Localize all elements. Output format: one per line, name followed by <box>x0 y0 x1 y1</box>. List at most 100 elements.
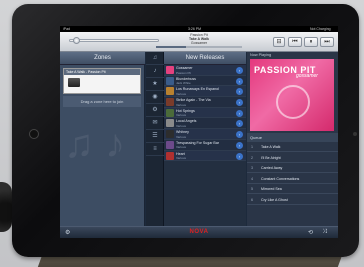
release-row[interactable]: Los Runaways En Espanol Various › <box>164 86 246 98</box>
album-script: gossamer <box>296 73 318 79</box>
zones-panel: Zones Take A Walk - Passion Pit Drag a z… <box>60 52 145 226</box>
browse-tab-icon[interactable]: ♪ <box>146 65 164 78</box>
now-playing-panel: Now Playing PASSION PIT gossamer Queue 1… <box>247 52 338 226</box>
queue-track-title: Mirrored Sea <box>261 187 282 191</box>
browse-tabs: ♫ ♪ ★ ◉ ⚙ ✉ ☰ ≡ <box>146 52 164 226</box>
speaker <box>0 182 12 232</box>
play-arrow-icon[interactable]: › <box>236 120 243 128</box>
queue-track-title: I'll Be Alright <box>261 155 281 160</box>
release-title: Gossamer <box>176 66 193 70</box>
zone-card[interactable]: Take A Walk - Passion Pit <box>63 68 141 94</box>
next-button[interactable]: ⏭ <box>320 37 334 47</box>
queue-row[interactable]: 4 Constant Conversations <box>247 175 338 184</box>
main-panes: Zones Take A Walk - Passion Pit Drag a z… <box>60 52 338 226</box>
release-row[interactable]: Whitney Various › <box>164 129 246 140</box>
browse-tab-icon[interactable]: ≡ <box>146 143 164 156</box>
photo-scene: iPad 3:26 PM Not Charging Passion Pit Ta… <box>0 0 364 267</box>
bottom-bar: ⚙ NOVA ⟲ ⤨ <box>60 226 338 238</box>
camera <box>353 132 357 136</box>
track-progress-fill <box>156 46 187 48</box>
pause-button[interactable]: ⏸ <box>304 37 318 47</box>
play-arrow-icon[interactable]: › <box>236 152 243 160</box>
releases-list: Gossamer Passion Pit › Blunderbuss Jack Whit… <box>164 65 246 226</box>
play-arrow-icon[interactable]: › <box>236 77 243 85</box>
browse-tab-icon[interactable]: ✉ <box>146 117 164 130</box>
music-notes-decoration: ♫ ♪ <box>64 122 126 166</box>
browse-tab-icon[interactable]: ★ <box>146 78 164 91</box>
queue-row[interactable]: 5 Mirrored Sea <box>247 185 338 195</box>
queue-button[interactable]: ⊟ <box>273 37 285 47</box>
releases-title: New Releases <box>185 55 225 61</box>
brand-logo: NOVA <box>189 229 209 235</box>
browse-tab-icon[interactable]: ☰ <box>146 130 164 143</box>
release-artist: Passion Pit <box>176 70 192 75</box>
queue-track-title: Constant Conversations <box>261 176 300 181</box>
previous-button[interactable]: ⏮ <box>288 37 302 47</box>
browse-tab-icon[interactable]: ♫ <box>146 52 164 65</box>
queue-index: 3 <box>251 166 253 170</box>
release-artist: Various <box>176 145 186 150</box>
zones-header: Zones <box>60 52 145 65</box>
track-progress[interactable] <box>156 46 242 48</box>
repeat-icon[interactable]: ⟲ <box>308 229 313 236</box>
queue-row[interactable]: 3 Carried Away <box>247 164 338 174</box>
queue-row[interactable]: 6 Cry Like A Ghost <box>247 196 338 205</box>
queue-index: 1 <box>251 145 253 149</box>
queue-header: Queue <box>247 133 338 142</box>
album-thumbnail <box>166 66 174 74</box>
queue-label: Queue <box>250 135 263 140</box>
queue-row[interactable]: 1 Take A Walk <box>247 143 338 153</box>
browse-tab-icon[interactable]: ◉ <box>146 91 164 104</box>
queue-track-title: Carried Away <box>261 166 283 170</box>
release-title: Hot Springs <box>176 108 195 113</box>
home-button[interactable] <box>29 129 39 139</box>
release-artist: Various <box>176 134 186 139</box>
zone-drop-target[interactable]: Drag a zone here to join <box>63 96 141 107</box>
release-row[interactable]: Heart Various › <box>164 150 246 162</box>
settings-icon[interactable]: ⚙ <box>65 229 70 236</box>
shuffle-icon[interactable]: ⤨ <box>322 229 327 236</box>
zones-title: Zones <box>94 55 111 61</box>
queue-row[interactable]: 2 I'll Be Alright <box>247 154 338 163</box>
play-arrow-icon[interactable]: › <box>236 141 243 149</box>
album-art-motif <box>276 85 310 119</box>
play-arrow-icon[interactable]: › <box>236 109 243 117</box>
play-arrow-icon[interactable]: › <box>236 88 243 96</box>
transport-toolbar: Passion Pit Take A Walk Gossamer ⊟ ⏮ ⏸ ⏭ <box>60 32 338 52</box>
queue-track-title: Take A Walk <box>261 145 281 149</box>
queue-index: 2 <box>251 155 253 160</box>
queue-index: 6 <box>251 197 253 202</box>
now-playing-info: Passion Pit Take A Walk Gossamer <box>170 33 228 46</box>
release-row[interactable]: Blunderbuss Jack White › <box>164 75 246 87</box>
release-artist: Various <box>176 156 186 160</box>
speaker-icon <box>68 78 80 87</box>
album-thumbnail <box>166 98 174 107</box>
browse-tab-icon[interactable]: ⚙ <box>146 104 164 117</box>
now-playing-album: Gossamer <box>190 41 208 46</box>
release-artist: Jack White <box>176 81 191 86</box>
album-thumbnail <box>166 108 174 117</box>
volume-slider[interactable] <box>69 37 159 44</box>
queue-index: 5 <box>251 187 253 191</box>
release-artist: Various <box>176 123 186 128</box>
album-thumbnail <box>166 130 174 139</box>
play-arrow-icon[interactable]: › <box>236 131 243 139</box>
play-arrow-icon[interactable]: › <box>236 99 243 107</box>
volume-knob[interactable] <box>73 37 80 44</box>
release-title: Local Angels <box>176 119 197 124</box>
now-playing-label: Now Playing <box>250 53 272 57</box>
album-thumbnail <box>166 119 174 128</box>
album-thumbnail <box>166 76 174 85</box>
play-arrow-icon[interactable]: › <box>236 67 243 74</box>
app-screen: iPad 3:26 PM Not Charging Passion Pit Ta… <box>60 26 338 238</box>
release-row[interactable]: Trespassing For Sugar Bar Various › <box>164 139 246 151</box>
album-thumbnail <box>166 140 174 149</box>
zone-now-playing: Take A Walk - Passion Pit <box>64 69 140 75</box>
release-title: Trespassing For Sugar Bar <box>176 140 220 145</box>
release-row[interactable]: Gossamer Passion Pit › <box>164 65 246 76</box>
release-row[interactable]: Local Angels Various › <box>164 118 246 130</box>
release-row[interactable]: Hot Springs Various › <box>164 107 246 119</box>
queue-index: 4 <box>251 176 253 181</box>
album-thumbnail <box>166 151 174 160</box>
release-row[interactable]: Strike Again - The Via Various › <box>164 97 246 108</box>
